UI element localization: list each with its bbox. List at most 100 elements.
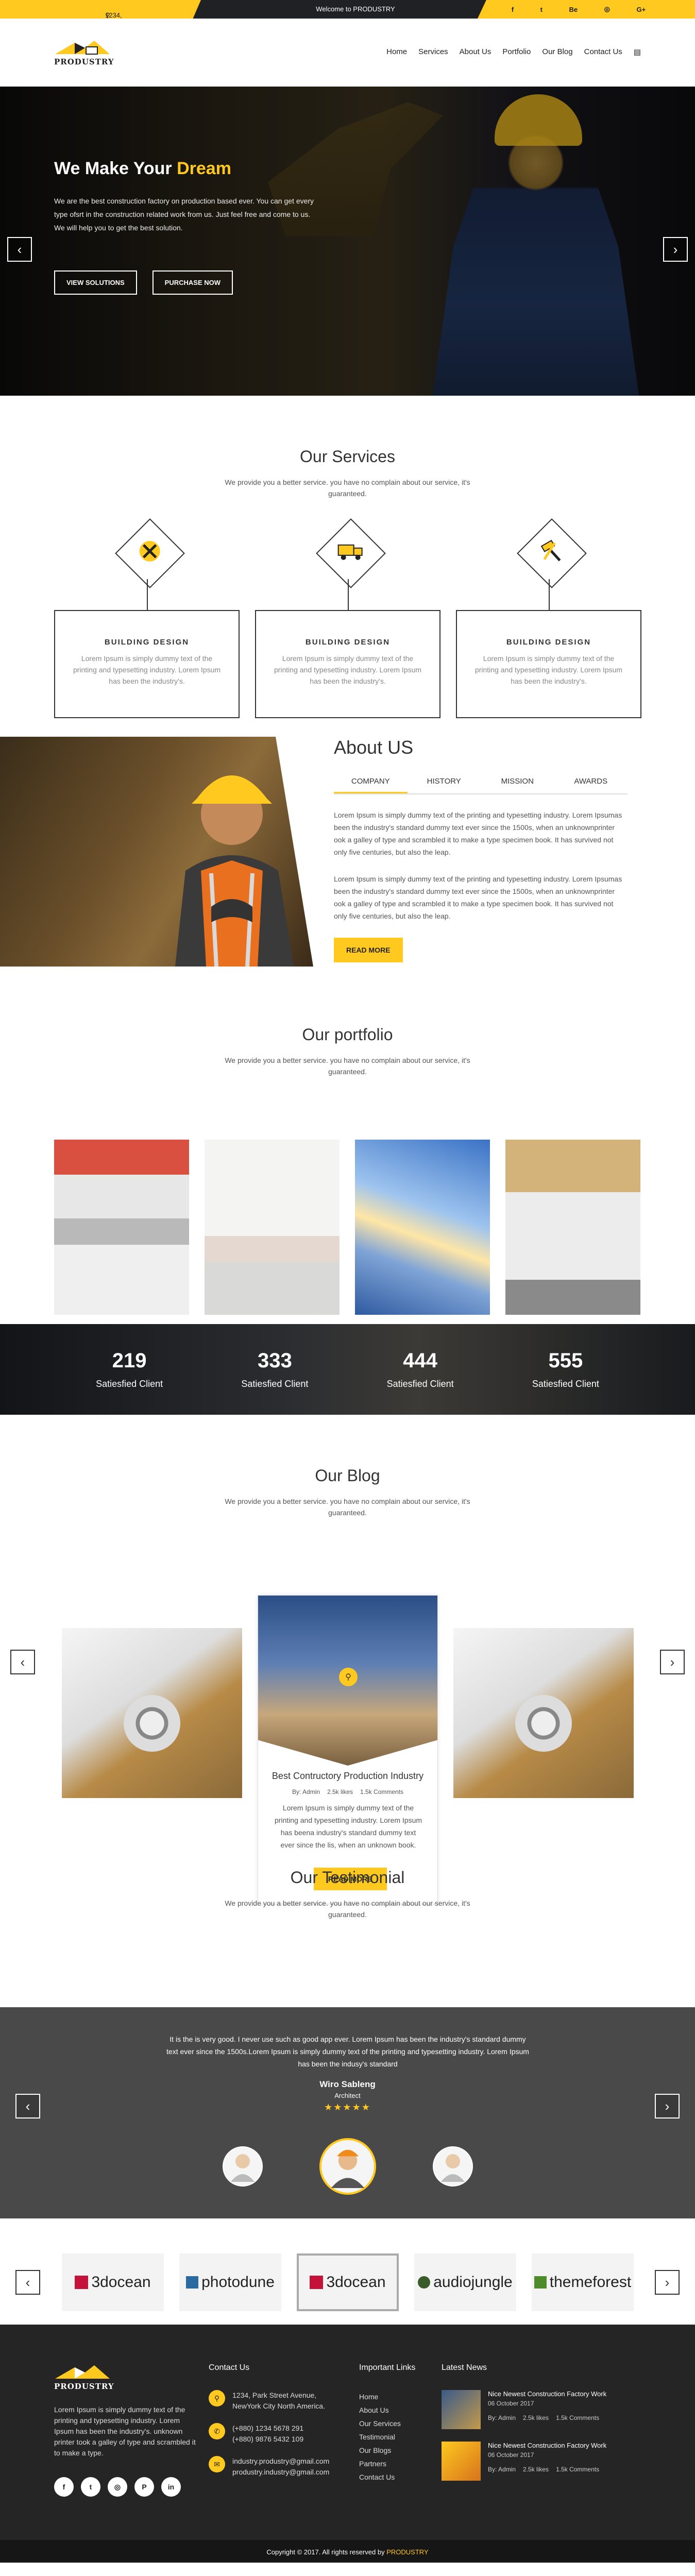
blog-card-featured[interactable]: ⚲ Best Contructory Production Industry B…	[258, 1595, 438, 1904]
footer-email[interactable]: industry.produstry@gmail.com	[232, 2456, 329, 2467]
behance-icon[interactable]: Be	[569, 6, 578, 13]
blog-prev-arrow[interactable]: ‹	[10, 1650, 35, 1674]
instagram-icon[interactable]: ◎	[108, 2477, 127, 2497]
counter-number: 219	[112, 1349, 147, 1372]
facebook-icon[interactable]: f	[54, 2477, 74, 2497]
tab-history[interactable]: HISTORY	[408, 777, 481, 793]
linkedin-icon[interactable]: in	[161, 2477, 181, 2497]
testimonial-prev-arrow[interactable]: ‹	[15, 2094, 40, 2119]
portfolio-item[interactable]	[205, 1140, 340, 1315]
about-section: About US COMPANY HISTORY MISSION AWARDS …	[0, 737, 695, 994]
social-strip: f t Be ◎ G+	[478, 0, 695, 19]
partner-logo[interactable]: photodune	[179, 2253, 281, 2311]
services-subtitle: We provide you a better service. you hav…	[225, 478, 470, 498]
pinterest-icon[interactable]: P	[134, 2477, 154, 2497]
hero-content: We Make Your Dream We are the best const…	[54, 159, 332, 295]
testimonial-next-arrow[interactable]: ›	[655, 2094, 680, 2119]
about-tabs: COMPANY HISTORY MISSION AWARDS	[334, 777, 628, 794]
welcome-text: Welcome to PRODUSTRY	[316, 5, 395, 13]
footer-phone[interactable]: (+880) 9876 5432 109	[232, 2434, 303, 2445]
footer-logo[interactable]: PRODUSTRY	[54, 2363, 198, 2391]
footer-link[interactable]: Contact Us	[359, 2470, 447, 2484]
counter-label: Satiesfied Client	[241, 1379, 309, 1389]
view-solutions-button[interactable]: VIEW SOLUTIONS	[54, 270, 137, 295]
footer-link[interactable]: Testimonial	[359, 2430, 447, 2444]
footer-link[interactable]: About Us	[359, 2403, 447, 2417]
hero-prev-arrow[interactable]: ‹	[7, 237, 32, 262]
blog-next-arrow[interactable]: ›	[660, 1650, 685, 1674]
footer-link[interactable]: Partners	[359, 2457, 447, 2470]
partner-mark-icon	[310, 2276, 324, 2289]
blog-card-side[interactable]	[62, 1628, 242, 1798]
avatar[interactable]	[432, 2146, 473, 2187]
partner-logo[interactable]: themeforest	[532, 2253, 634, 2311]
partners-next-arrow[interactable]: ›	[655, 2270, 680, 2295]
portfolio-item[interactable]	[505, 1140, 640, 1315]
testimonial-quote: It is the is very good. I never use such…	[166, 2035, 529, 2068]
cart-icon[interactable]: ▤	[634, 47, 641, 57]
facebook-icon[interactable]: f	[512, 6, 514, 13]
blog-card-side[interactable]	[453, 1628, 634, 1798]
partner-mark-icon	[418, 2276, 431, 2289]
portfolio-item[interactable]	[54, 1140, 189, 1315]
nav-blog[interactable]: Our Blog	[542, 47, 572, 57]
tools-icon	[138, 539, 162, 568]
hero-next-arrow[interactable]: ›	[663, 237, 688, 262]
service-card[interactable]: BUILDING DESIGN Lorem Ipsum is simply dum…	[456, 513, 641, 718]
news-title[interactable]: Nice Newest Construction Factory Work	[488, 2390, 606, 2398]
rating-stars: ★★★★★	[324, 2102, 371, 2112]
footer-email[interactable]: produstry.industry@gmail.com	[232, 2467, 329, 2478]
read-more-button[interactable]: READ MORE	[334, 938, 403, 962]
chevron-right-icon: ›	[673, 241, 678, 257]
news-item[interactable]: Nice Newest Construction Factory Work 06…	[442, 2442, 642, 2481]
logo[interactable]: PRODUSTRY	[54, 39, 114, 66]
partners-prev-arrow[interactable]: ‹	[15, 2270, 40, 2295]
news-title[interactable]: Nice Newest Construction Factory Work	[488, 2442, 606, 2449]
brand-name: PRODUSTRY	[54, 57, 114, 66]
footer-link[interactable]: Home	[359, 2390, 447, 2403]
zoom-icon[interactable]: ⚲	[339, 1668, 358, 1686]
instagram-icon[interactable]: ◎	[604, 5, 610, 13]
blog-post-title[interactable]: Best Contructory Production Industry	[258, 1771, 437, 1782]
avatar-active[interactable]	[319, 2138, 376, 2195]
footer-social: f t ◎ P in	[54, 2477, 198, 2497]
counters-section: 219 Satiesfied Client 333 Satiesfied Clien…	[0, 1324, 695, 1415]
blog-section: Our Blog We provide you a better service…	[0, 1415, 695, 1904]
service-card[interactable]: BUILDING DESIGN Lorem Ipsum is simply dum…	[54, 513, 240, 718]
avatar[interactable]	[222, 2146, 263, 2187]
hero-text: We are the best construction factory on …	[54, 197, 314, 232]
partner-logo[interactable]: 3docean	[62, 2253, 164, 2311]
purchase-now-button[interactable]: PURCHASE NOW	[152, 270, 233, 295]
news-likes: 2.5k likes	[523, 2466, 549, 2473]
nav-home[interactable]: Home	[386, 47, 407, 57]
partner-logo[interactable]: audiojungle	[414, 2253, 516, 2311]
news-item[interactable]: Nice Newest Construction Factory Work 06…	[442, 2390, 642, 2429]
chevron-right-icon: ›	[670, 1654, 675, 1670]
google-plus-icon[interactable]: G+	[636, 6, 646, 13]
footer-link[interactable]: Our Services	[359, 2417, 447, 2430]
nav-services[interactable]: Services	[418, 47, 448, 57]
tab-mission[interactable]: MISSION	[481, 777, 554, 793]
likes-meta: 2.5k likes	[327, 1788, 353, 1795]
footer-address: 1234, Park Street Avenue, NewYork City N…	[232, 2391, 325, 2410]
about-title: About US	[334, 737, 414, 758]
nav-about[interactable]: About Us	[460, 47, 491, 57]
nav-portfolio[interactable]: Portfolio	[502, 47, 531, 57]
partner-logo-active[interactable]: 3docean	[297, 2253, 399, 2311]
footer-link[interactable]: Our Blogs	[359, 2444, 447, 2457]
footer-brand-name: PRODUSTRY	[54, 2382, 114, 2391]
services-title: Our Services	[300, 447, 395, 466]
portfolio-item[interactable]	[355, 1140, 490, 1315]
twitter-icon[interactable]: t	[540, 6, 543, 13]
tab-awards[interactable]: AWARDS	[554, 777, 628, 793]
nav-contact[interactable]: Contact Us	[584, 47, 622, 57]
news-author: By: Admin	[488, 2466, 516, 2473]
copyright-brand[interactable]: PRODUSTRY	[386, 2548, 428, 2556]
footer-about-text: Lorem Ipsum is simply dummy text of the …	[54, 2405, 196, 2457]
service-card[interactable]: BUILDING DESIGN Lorem Ipsum is simply dum…	[255, 513, 440, 718]
twitter-icon[interactable]: t	[81, 2477, 100, 2497]
about-paragraph: Lorem Ipsum is simply dummy text of the …	[334, 875, 622, 920]
tab-company[interactable]: COMPANY	[334, 777, 408, 793]
footer-phone[interactable]: (+880) 1234 5678 291	[232, 2423, 303, 2434]
about-paragraph: Lorem Ipsum is simply dummy text of the …	[334, 811, 622, 856]
